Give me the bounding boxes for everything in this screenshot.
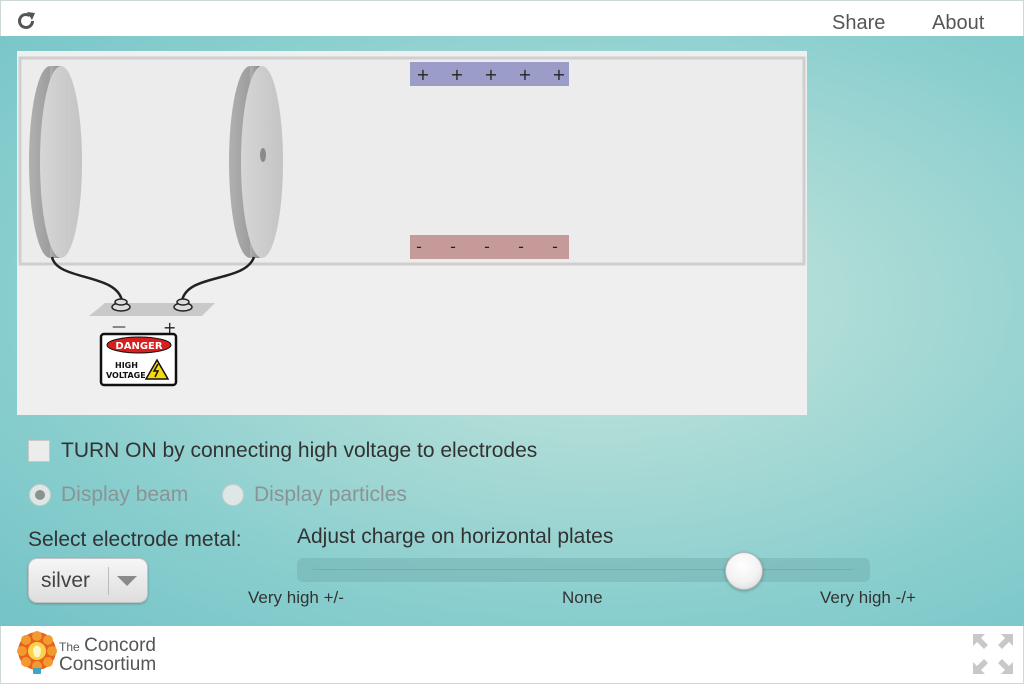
display-beam-radio[interactable] [29, 484, 51, 506]
power-supply[interactable]: — + DANGER HIGH VOLTAGE [89, 298, 215, 387]
tick-label-middle: None [562, 588, 603, 607]
turn-on-checkbox[interactable] [28, 440, 50, 462]
positive-sign: + [450, 65, 463, 84]
electrode-metal-select[interactable]: silver [28, 558, 148, 603]
voltage-label: VOLTAGE [106, 371, 146, 380]
negative-sign: - [484, 237, 490, 256]
anode-electrode [229, 66, 283, 258]
simulation-canvas: + + + + + - - - - - — + DANGER HIGH VOLT… [17, 51, 807, 415]
negative-sign: - [450, 237, 456, 256]
turn-on-row[interactable]: TURN ON by connecting high voltage to el… [28, 439, 537, 463]
display-beam-option[interactable]: Display beam [29, 483, 188, 507]
negative-terminal-label: — [112, 319, 126, 335]
charge-slider-track[interactable] [297, 558, 870, 582]
chevron-down-icon[interactable] [117, 576, 137, 586]
danger-label: DANGER [115, 341, 162, 352]
positive-sign: + [416, 65, 429, 84]
slider-line [313, 569, 853, 570]
concord-logo-icon [17, 631, 57, 674]
simulation-stage: + + + + + - - - - - — + DANGER HIGH VOLT… [0, 36, 1024, 626]
electrode-metal-label: Select electrode metal: [28, 528, 242, 551]
high-voltage-sign: DANGER HIGH VOLTAGE [99, 332, 178, 387]
display-particles-option[interactable]: Display particles [222, 483, 407, 507]
about-link[interactable]: About [932, 12, 984, 35]
footer: The Concord Consortium [0, 626, 1024, 684]
tick-label-right: Very high -/+ [820, 588, 916, 607]
charge-slider-label: Adjust charge on horizontal plates [297, 525, 614, 548]
charge-slider-thumb[interactable] [725, 552, 763, 590]
tick-label-left: Very high +/- [248, 588, 344, 607]
electrode-metal-value: silver [41, 569, 91, 592]
share-link[interactable]: Share [832, 12, 885, 35]
positive-sign: + [518, 65, 531, 84]
negative-sign: - [552, 237, 558, 256]
negative-sign: - [518, 237, 524, 256]
display-particles-label: Display particles [254, 483, 407, 506]
top-bar: Share About [0, 0, 1024, 36]
brand-the: The [59, 640, 80, 654]
select-divider [108, 567, 109, 595]
brand-consortium: Consortium [59, 654, 157, 675]
brand-name: The Concord Consortium [59, 635, 157, 675]
display-beam-label: Display beam [61, 483, 189, 506]
reload-icon[interactable] [15, 10, 37, 32]
negative-sign: - [416, 237, 422, 256]
turn-on-label: TURN ON by connecting high voltage to el… [61, 439, 538, 462]
positive-sign: + [484, 65, 497, 84]
display-particles-radio[interactable] [222, 484, 244, 506]
brand-concord: Concord [84, 635, 156, 656]
fullscreen-icon[interactable] [971, 632, 1015, 676]
vacuum-tube [18, 56, 806, 266]
high-label: HIGH [115, 361, 138, 370]
cathode-electrode [29, 66, 82, 258]
positive-sign: + [552, 65, 565, 84]
